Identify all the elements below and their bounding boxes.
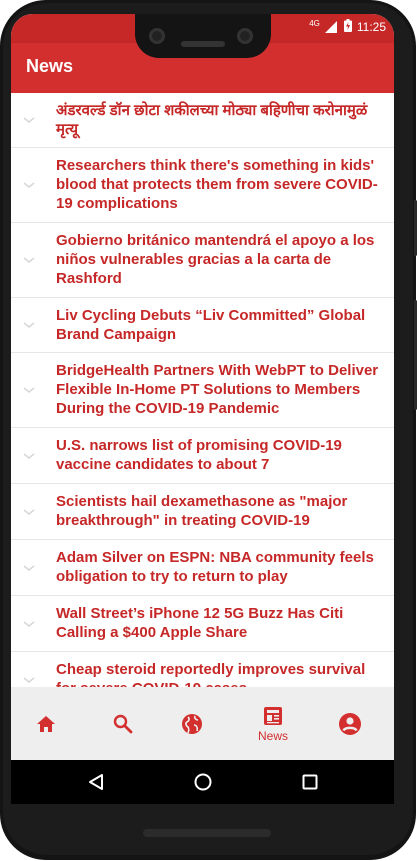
nav-news-label[interactable]: News	[258, 729, 288, 743]
screen: 4G 11:25 News अंडरवर्ल्ड डॉन छोटा शकीलच्…	[11, 14, 394, 760]
chevron-down-icon[interactable]	[22, 507, 36, 517]
signal-icon	[324, 21, 339, 33]
network-type: 4G	[309, 18, 320, 28]
nav-account[interactable]	[331, 687, 369, 760]
status-time: 11:25	[356, 20, 386, 34]
search-icon[interactable]	[112, 713, 134, 735]
chevron-down-icon[interactable]	[22, 385, 36, 395]
globe-icon[interactable]	[180, 712, 204, 736]
news-item[interactable]: Gobierno británico mantendrá el apoyo a …	[11, 223, 394, 298]
bottom-speaker	[143, 829, 271, 837]
chevron-down-icon[interactable]	[22, 115, 36, 125]
news-item[interactable]: Cheap steroid reportedly improves surviv…	[11, 652, 394, 687]
status-icons: 4G 11:25	[309, 19, 386, 35]
news-list[interactable]: अंडरवर्ल्ड डॉन छोटा शकीलच्या मोठ्या बहिण…	[11, 93, 394, 687]
page-title: News	[26, 56, 74, 76]
earpiece-speaker	[181, 41, 225, 47]
nav-globe[interactable]	[173, 687, 211, 760]
news-title[interactable]: Adam Silver on ESPN: NBA community feels…	[56, 548, 382, 586]
news-title[interactable]: Liv Cycling Debuts “Liv Committed” Globa…	[56, 306, 382, 344]
account-icon[interactable]	[338, 712, 362, 736]
front-sensor-icon	[237, 28, 253, 44]
nav-news[interactable]: News	[251, 687, 295, 760]
back-icon[interactable]	[87, 773, 105, 791]
news-item[interactable]: Scientists hail dexamethasone as "major …	[11, 484, 394, 540]
chevron-down-icon[interactable]	[22, 619, 36, 629]
battery-icon	[343, 19, 352, 35]
news-item[interactable]: Researchers think there's something in k…	[11, 148, 394, 223]
news-title[interactable]: Gobierno británico mantendrá el apoyo a …	[56, 231, 382, 288]
camera-notch	[135, 14, 271, 58]
news-item[interactable]: Adam Silver on ESPN: NBA community feels…	[11, 540, 394, 596]
news-title[interactable]: Scientists hail dexamethasone as "major …	[56, 492, 382, 530]
news-title[interactable]: अंडरवर्ल्ड डॉन छोटा शकीलच्या मोठ्या बहिण…	[56, 101, 382, 139]
news-item[interactable]: Wall Street’s iPhone 12 5G Buzz Has Citi…	[11, 596, 394, 652]
system-navigation-bar	[11, 760, 394, 804]
news-title[interactable]: BridgeHealth Partners With WebPT to Deli…	[56, 361, 382, 418]
news-title[interactable]: Cheap steroid reportedly improves surviv…	[56, 660, 382, 687]
chevron-down-icon[interactable]	[22, 675, 36, 685]
nav-search[interactable]	[104, 687, 142, 760]
news-item[interactable]: BridgeHealth Partners With WebPT to Deli…	[11, 353, 394, 428]
news-title[interactable]: Wall Street’s iPhone 12 5G Buzz Has Citi…	[56, 604, 382, 642]
news-title[interactable]: Researchers think there's something in k…	[56, 156, 382, 213]
nav-home[interactable]	[35, 687, 57, 760]
chevron-down-icon[interactable]	[22, 180, 36, 190]
chevron-down-icon[interactable]	[22, 563, 36, 573]
newspaper-icon[interactable]	[262, 705, 284, 727]
news-item[interactable]: U.S. narrows list of promising COVID-19 …	[11, 428, 394, 484]
front-camera-icon	[149, 28, 165, 44]
home-icon[interactable]	[35, 714, 57, 734]
chevron-down-icon[interactable]	[22, 451, 36, 461]
news-item[interactable]: Liv Cycling Debuts “Liv Committed” Globa…	[11, 298, 394, 353]
chevron-down-icon[interactable]	[22, 255, 36, 265]
news-item[interactable]: अंडरवर्ल्ड डॉन छोटा शकीलच्या मोठ्या बहिण…	[11, 93, 394, 148]
home-circle-icon[interactable]	[193, 772, 213, 792]
news-title[interactable]: U.S. narrows list of promising COVID-19 …	[56, 436, 382, 474]
bottom-navigation: News	[11, 687, 394, 760]
chevron-down-icon[interactable]	[22, 320, 36, 330]
recents-icon[interactable]	[301, 773, 319, 791]
